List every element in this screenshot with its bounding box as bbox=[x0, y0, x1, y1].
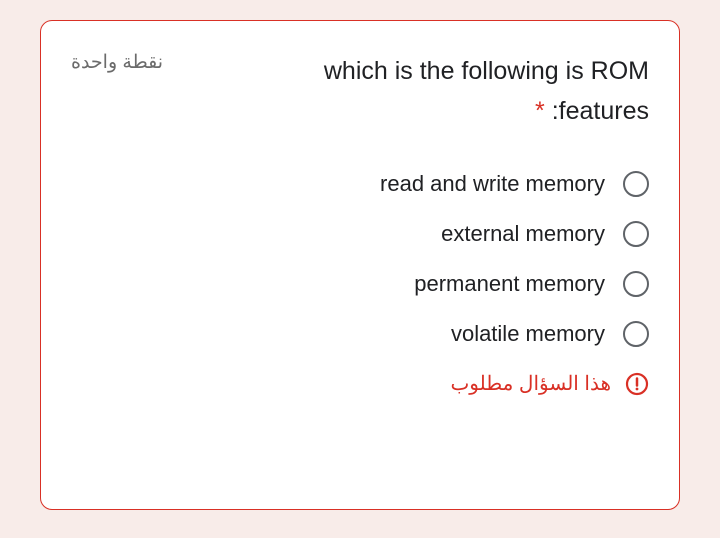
option-read-write[interactable]: read and write memory bbox=[380, 171, 649, 197]
option-label: external memory bbox=[441, 221, 605, 247]
error-text: هذا السؤال مطلوب bbox=[450, 371, 611, 396]
option-label: volatile memory bbox=[451, 321, 605, 347]
radio-icon bbox=[623, 271, 649, 297]
error-row: هذا السؤال مطلوب bbox=[71, 371, 649, 396]
option-volatile[interactable]: volatile memory bbox=[451, 321, 649, 347]
radio-icon bbox=[623, 221, 649, 247]
options-group: read and write memory external memory pe… bbox=[71, 171, 649, 347]
option-external[interactable]: external memory bbox=[441, 221, 649, 247]
error-icon bbox=[625, 372, 649, 396]
option-label: read and write memory bbox=[380, 171, 605, 197]
question-text: which is the following is ROM* :features bbox=[324, 57, 649, 125]
option-permanent[interactable]: permanent memory bbox=[414, 271, 649, 297]
question-card: نقطة واحدة which is the following is ROM… bbox=[40, 20, 680, 510]
question-header: نقطة واحدة which is the following is ROM… bbox=[71, 51, 649, 131]
radio-icon bbox=[623, 321, 649, 347]
points-label: نقطة واحدة bbox=[71, 51, 163, 74]
question-block: which is the following is ROM* :features bbox=[193, 51, 649, 131]
option-label: permanent memory bbox=[414, 271, 605, 297]
required-asterisk: * bbox=[535, 97, 545, 125]
radio-icon bbox=[623, 171, 649, 197]
